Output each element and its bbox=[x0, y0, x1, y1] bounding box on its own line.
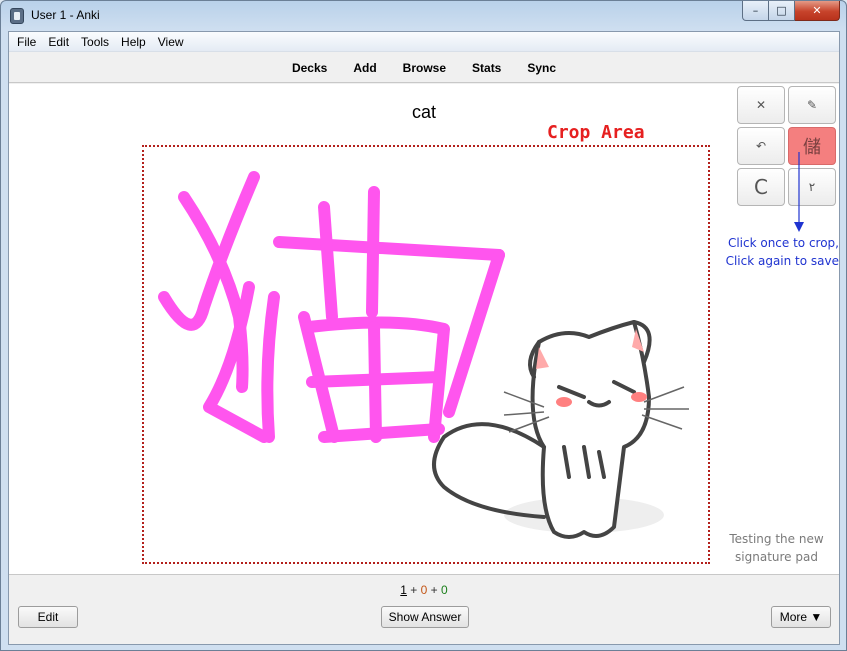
menu-edit[interactable]: Edit bbox=[42, 32, 75, 52]
count-separator: + bbox=[427, 583, 442, 597]
menu-tools[interactable]: Tools bbox=[75, 32, 115, 52]
close-icon[interactable]: ✕ bbox=[737, 86, 785, 124]
close-window-button[interactable]: ✕ bbox=[795, 1, 840, 21]
drawing-svg bbox=[158, 171, 689, 539]
card-question: cat bbox=[411, 102, 436, 122]
kanji-stroke bbox=[443, 249, 505, 418]
toolbar-decks-link[interactable]: Decks bbox=[279, 61, 340, 75]
kanji-stroke bbox=[318, 201, 338, 323]
anki-app-icon bbox=[10, 8, 24, 24]
window-title: User 1 - Anki bbox=[31, 8, 100, 22]
toolbar-browse-link[interactable]: Browse bbox=[390, 61, 459, 75]
due-counts: 1 + 0 + 0 bbox=[379, 583, 469, 597]
app-window: User 1 - Anki – □ ✕ File Edit Tools Help… bbox=[0, 0, 847, 651]
signature-note-line: Testing the new bbox=[729, 532, 824, 546]
menu-view[interactable]: View bbox=[152, 32, 190, 52]
toolbar-sync-link[interactable]: Sync bbox=[514, 61, 569, 75]
signature-pad-note: Testing the new signature pad bbox=[714, 530, 839, 566]
bottom-bar: 1 + 0 + 0 Edit Show Answer More ▼ bbox=[9, 574, 839, 644]
undo-icon[interactable]: ↶ bbox=[737, 127, 785, 165]
kanji-stroke bbox=[368, 321, 382, 443]
menu-bar: File Edit Tools Help View bbox=[9, 32, 839, 52]
menu-help[interactable]: Help bbox=[115, 32, 152, 52]
crop-area-label: Crop Area bbox=[547, 122, 645, 143]
new-count: 1 bbox=[400, 583, 407, 597]
show-answer-button[interactable]: Show Answer bbox=[381, 606, 469, 628]
more-button[interactable]: More ▼ bbox=[771, 606, 831, 628]
arrow-down-icon bbox=[794, 152, 804, 232]
toolbar-add-link[interactable]: Add bbox=[340, 61, 389, 75]
crop-instruction-line: Click again to save bbox=[725, 254, 839, 268]
kanji-stroke bbox=[273, 236, 505, 261]
kanji-stroke bbox=[366, 186, 380, 318]
edit-button[interactable]: Edit bbox=[18, 606, 78, 628]
eraser-icon[interactable]: ✎ bbox=[788, 86, 836, 124]
count-separator: + bbox=[406, 583, 421, 597]
signature-note-line: signature pad bbox=[735, 550, 818, 564]
review-pane: cat Crop Area ✕ ✎ ↶ 儲 C ٢ Click once to … bbox=[9, 84, 839, 574]
clear-icon[interactable]: C bbox=[737, 168, 785, 206]
toolbar-stats-link[interactable]: Stats bbox=[459, 61, 514, 75]
kanji-stroke bbox=[261, 291, 280, 443]
menu-file[interactable]: File bbox=[11, 32, 42, 52]
maximize-button[interactable]: □ bbox=[769, 1, 795, 21]
crop-instruction-line: Click once to crop, bbox=[727, 236, 839, 250]
minimize-button[interactable]: – bbox=[742, 1, 769, 21]
kanji-strokes bbox=[158, 171, 505, 443]
crop-instruction: Click once to crop, Click again to save bbox=[709, 234, 839, 270]
cat-blush-left bbox=[556, 397, 572, 407]
cat-blush-right bbox=[631, 392, 647, 402]
main-toolbar: Decks Add Browse Stats Sync bbox=[9, 53, 839, 83]
review-count: 0 bbox=[441, 583, 448, 597]
signature-canvas[interactable] bbox=[142, 145, 710, 564]
window-controls: – □ ✕ bbox=[742, 1, 840, 21]
client-area: File Edit Tools Help View Decks Add Brow… bbox=[8, 31, 840, 645]
title-bar[interactable]: User 1 - Anki – □ ✕ bbox=[1, 1, 846, 31]
